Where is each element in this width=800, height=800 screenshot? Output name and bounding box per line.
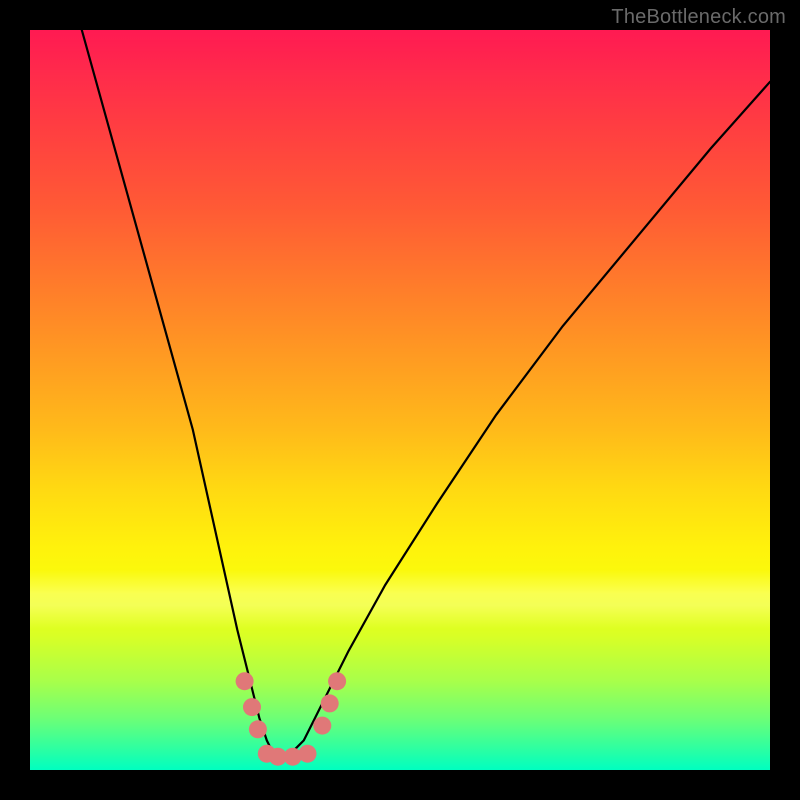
curve-marker xyxy=(243,698,261,716)
curve-svg xyxy=(30,30,770,770)
watermark-text: TheBottleneck.com xyxy=(611,6,786,29)
curve-marker xyxy=(249,720,267,738)
curve-marker xyxy=(236,672,254,690)
plot-area xyxy=(30,30,770,770)
curve-marker xyxy=(284,748,302,766)
curve-marker xyxy=(299,745,317,763)
curve-marker xyxy=(313,717,331,735)
curve-marker xyxy=(328,672,346,690)
bottleneck-curve xyxy=(82,30,770,755)
chart-frame: TheBottleneck.com xyxy=(0,0,800,800)
curve-marker xyxy=(321,694,339,712)
